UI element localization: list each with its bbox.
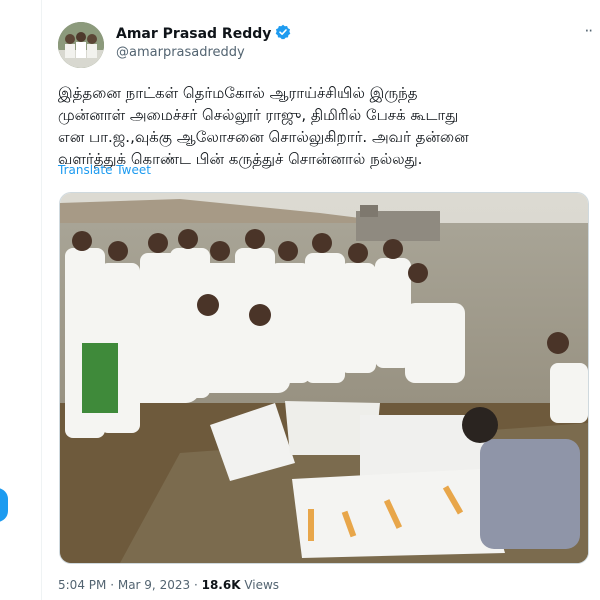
tweet-text-line: முன்னாள் அமைச்சர் செல்லூர் ராஜு, திமிரில…	[58, 106, 459, 124]
tweet-date[interactable]: Mar 9, 2023	[118, 578, 190, 592]
views-label: Views	[244, 578, 280, 592]
tweet-photo[interactable]	[59, 192, 589, 564]
author-name[interactable]: Amar Prasad Reddy	[116, 24, 291, 44]
more-options-icon[interactable]: ··	[584, 22, 592, 40]
tweet-card: Amar Prasad Reddy @amarprasadreddy ·· இத…	[42, 0, 600, 600]
photo-men-placing-thermocol-sheets-icon	[60, 193, 588, 563]
tweet-time[interactable]: 5:04 PM	[58, 578, 106, 592]
left-navigation-rail	[0, 0, 42, 600]
meta-separator: ·	[110, 578, 115, 592]
compose-button[interactable]	[0, 488, 8, 522]
tweet-text-line: என பா.ஜ.,வுக்கு ஆலோசனை சொல்லுகிறார். அவர…	[58, 128, 469, 146]
tweet-meta: 5:04 PM · Mar 9, 2023 · 18.6K Views	[58, 578, 279, 592]
author-name-text[interactable]: Amar Prasad Reddy	[116, 26, 271, 42]
meta-separator: ·	[193, 578, 198, 592]
tweet-text-line: இத்தனை நாட்கள் தெர்மகோல் ஆராய்ச்சியில் இ…	[58, 84, 418, 102]
translate-tweet-link[interactable]: Translate Tweet	[58, 163, 151, 177]
author-handle[interactable]: @amarprasadreddy	[116, 45, 245, 60]
avatar[interactable]	[58, 22, 104, 68]
tweet-text: இத்தனை நாட்கள் தெர்மகோல் ஆராய்ச்சியில் இ…	[58, 82, 588, 170]
views-count: 18.6K	[201, 578, 241, 592]
verified-badge-icon	[275, 24, 291, 44]
